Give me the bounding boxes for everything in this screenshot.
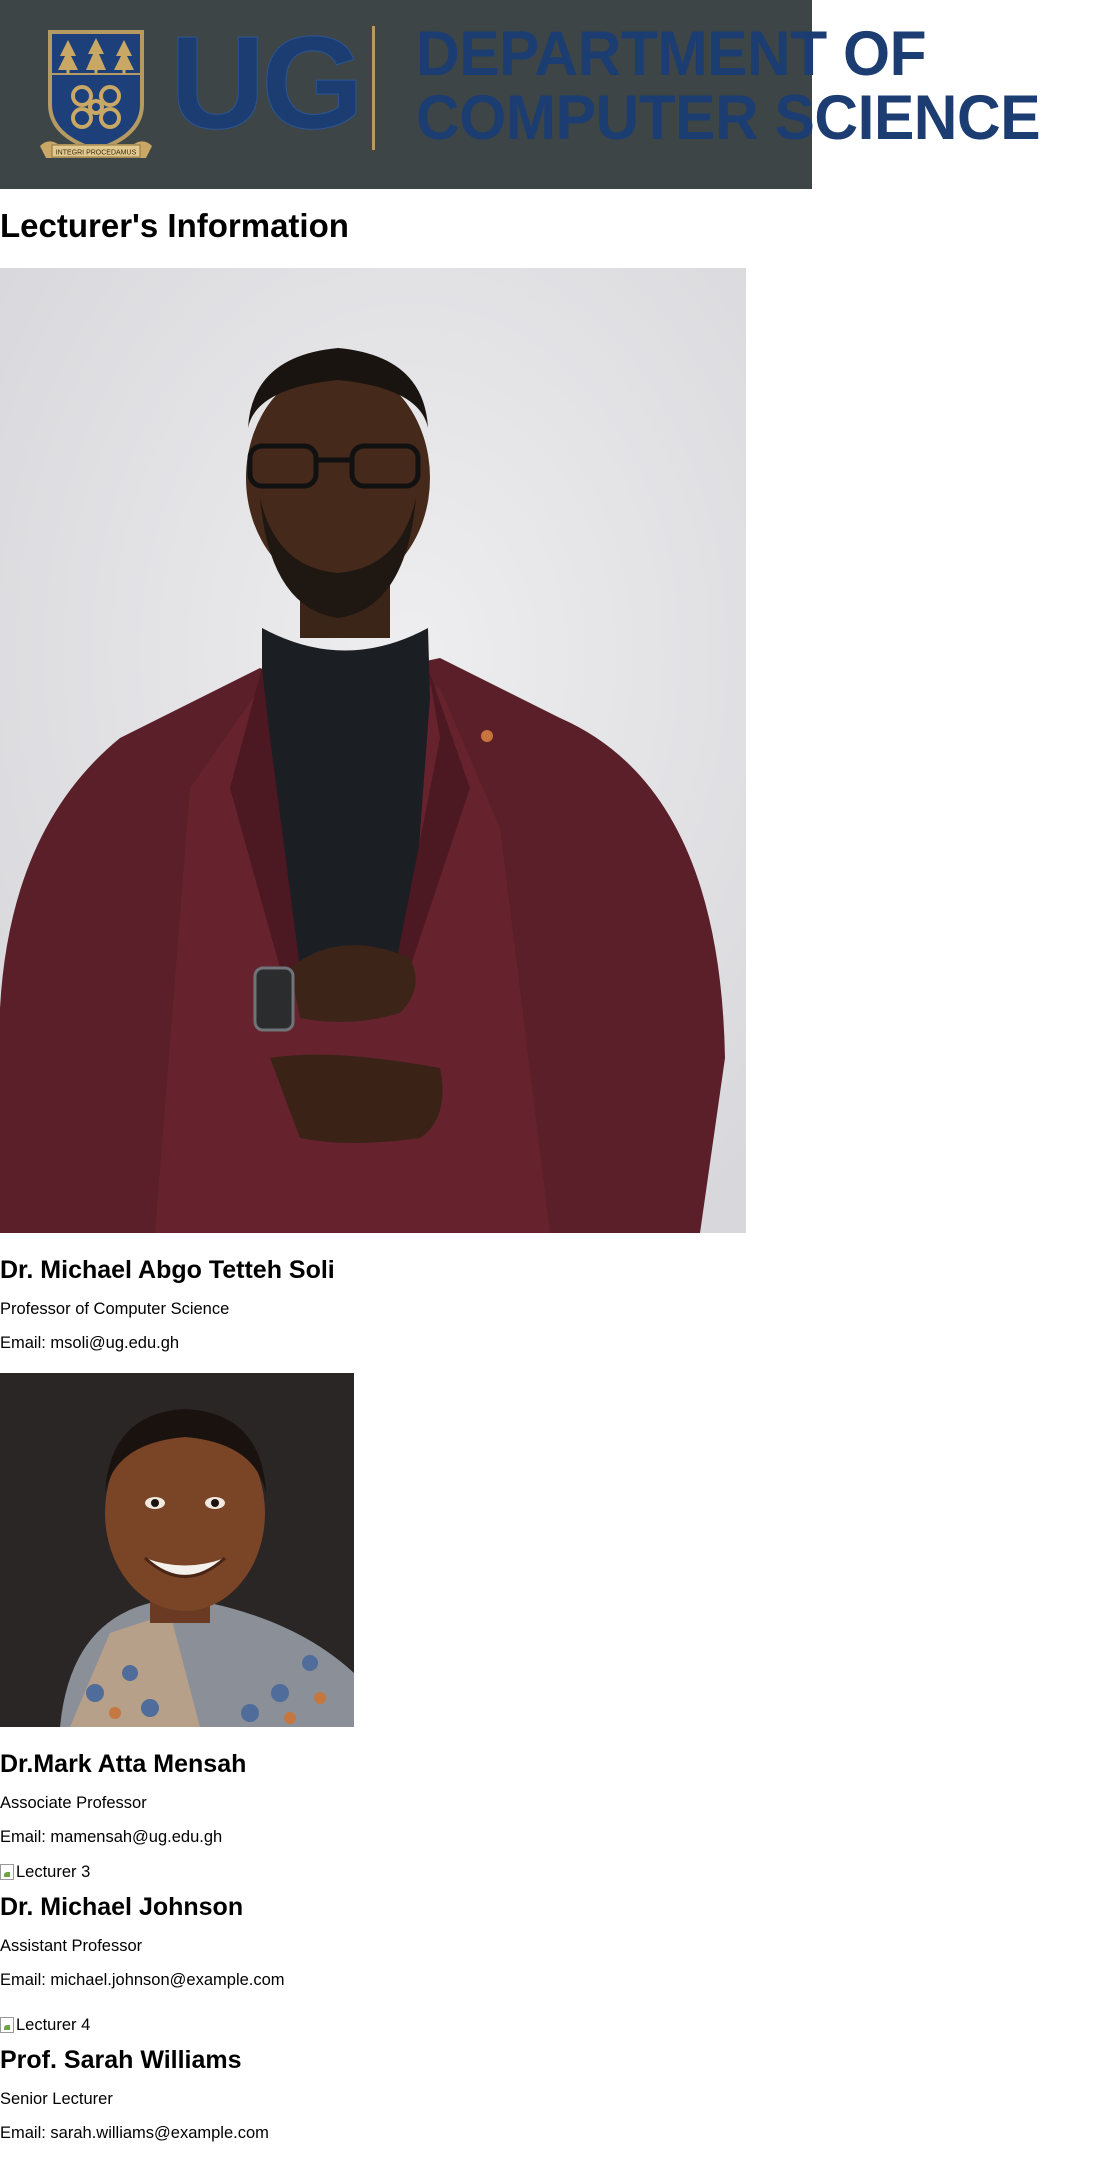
lecturer-card: Lecturer 3 Dr. Michael Johnson Assistant… (0, 1862, 285, 1990)
page: INTEGRI PROCEDAMUS UG DEPARTMENT OF COMP… (0, 0, 1109, 2183)
lecturer-card: Dr.Mark Atta Mensah Associate Professor … (0, 1373, 354, 1847)
ug-logo-text: UG (170, 9, 365, 157)
lecturer-photo: Lecturer 3 (0, 1862, 285, 1882)
lecturer-position: Professor of Computer Science (0, 1300, 230, 1318)
lecturer-photo (0, 268, 746, 1233)
lecturer-photo-alt: Lecturer 4 (16, 2016, 91, 2034)
lecturer-position: Senior Lecturer (0, 2090, 113, 2108)
svg-text:INTEGRI PROCEDAMUS: INTEGRI PROCEDAMUS (56, 150, 137, 157)
lecturer-card: Lecturer 4 Prof. Sarah Williams Senior L… (0, 2015, 269, 2143)
lecturer-photo (0, 1373, 354, 1727)
lecturer-position: Assistant Professor (0, 1937, 143, 1955)
department-title-line1: DEPARTMENT OF (416, 19, 927, 89)
lecturer-email: Email: msoli@ug.edu.gh (0, 1334, 180, 1352)
header-banner: INTEGRI PROCEDAMUS UG DEPARTMENT OF COMP… (0, 0, 1041, 189)
lecturer-name: Prof. Sarah Williams (0, 2046, 242, 2074)
lecturer-name: Dr. Michael Abgo Tetteh Soli (0, 1256, 335, 1284)
lecturer-name: Dr.Mark Atta Mensah (0, 1750, 247, 1778)
department-title-line2: COMPUTER SCIENCE (416, 83, 1041, 153)
broken-image-icon (0, 2017, 14, 2033)
lecturer-card: Dr. Michael Abgo Tetteh Soli Professor o… (0, 268, 746, 1353)
lecturer-photo-alt: Lecturer 3 (16, 1863, 91, 1881)
lecturer-email: Email: mamensah@ug.edu.gh (0, 1828, 223, 1846)
logo-divider (372, 26, 375, 150)
lecturer-name: Dr. Michael Johnson (0, 1893, 244, 1921)
page-title: Lecturer's Information (0, 207, 349, 244)
broken-image-icon (0, 1864, 14, 1880)
university-crest-icon: INTEGRI PROCEDAMUS (40, 30, 152, 158)
lecturer-photo: Lecturer 4 (0, 2015, 269, 2035)
lecturer-email: Email: sarah.williams@example.com (0, 2124, 269, 2142)
lecturer-position: Associate Professor (0, 1794, 147, 1812)
lecturer-email: Email: michael.johnson@example.com (0, 1971, 285, 1989)
